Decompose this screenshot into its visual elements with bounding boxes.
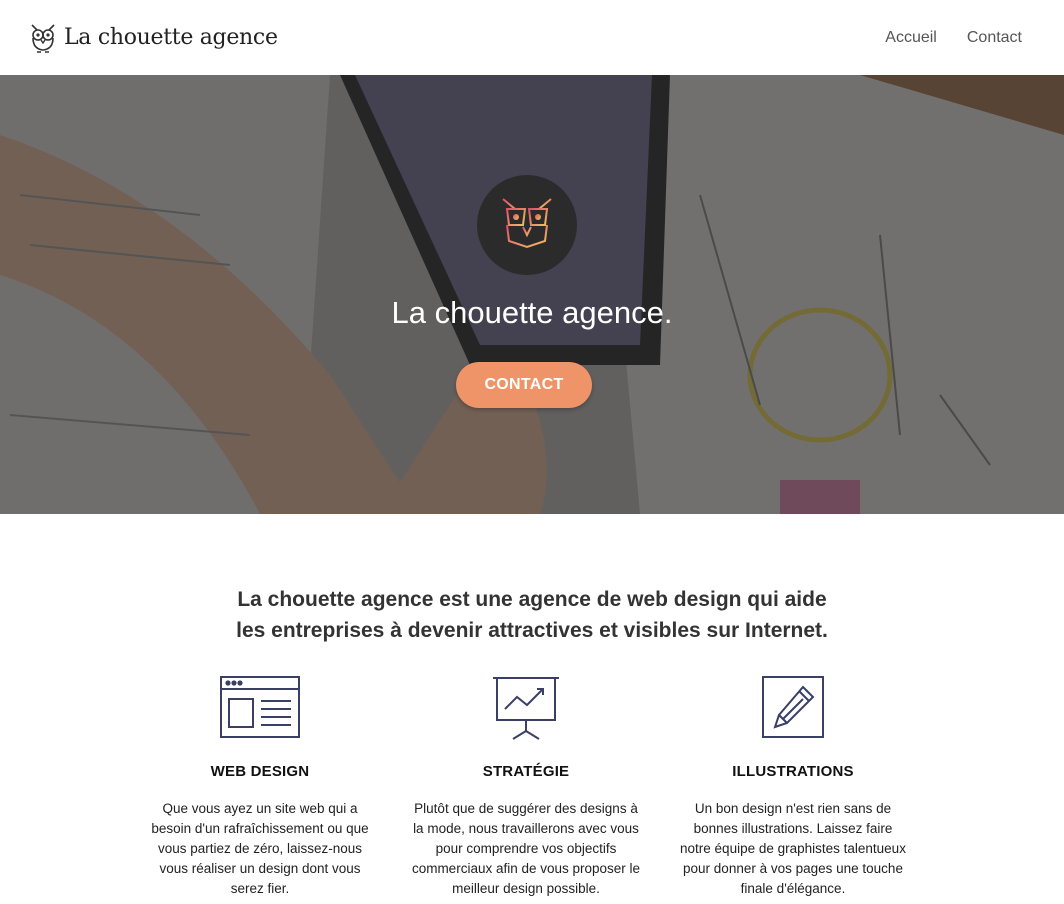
web-layout-icon [135,675,385,743]
service-title: STRATÉGIE [482,763,570,780]
description-line: notre équipe de graphistes talentueux [680,841,906,856]
intro-line-2: les entreprises à devenir attractives et… [236,619,828,642]
description-line: Plutôt que de suggérer des designs à [414,801,638,816]
owl-badge [477,175,577,275]
brand-name: La chouette agence [64,25,278,50]
description-line: meilleur design possible. [452,881,600,896]
description-line: bonnes illustrations. Laissez faire [693,821,893,836]
hero-content: La chouette agence. CONTACT [0,75,1064,514]
presentation-chart-icon [401,675,651,743]
service-description: Que vous ayez un site web qui a besoin d… [135,799,385,899]
pencil-icon [668,675,918,743]
owl-emblem-icon [502,198,552,252]
contact-cta-button[interactable]: CONTACT [456,362,592,408]
intro-text: La chouette agence est une agence de web… [0,584,1064,646]
service-illustrations: ILLUSTRATIONS Un bon design n'est rien s… [668,675,918,899]
service-description: Plutôt que de suggérer des designs à la … [401,799,651,899]
hero-title: La chouette agence. [391,295,673,330]
nav-link-contact[interactable]: Contact [967,29,1022,47]
nav-link-accueil[interactable]: Accueil [885,29,937,47]
description-line: la mode, nous travaillerons avec vous [413,821,639,836]
service-title: WEB DESIGN [210,763,310,780]
description-line: serez fier. [230,881,290,896]
description-line: vous partiez de zéro, laissez-nous [157,841,363,856]
description-line: Que vous ayez un site web qui a [162,801,358,816]
owl-logo-icon [31,23,55,53]
brand-logo[interactable]: La chouette agence [28,21,278,55]
description-line: finale d'élégance. [740,881,846,896]
description-line: Un bon design n'est rien sans de [694,801,892,816]
service-description: Un bon design n'est rien sans de bonnes … [668,799,918,899]
description-line: commerciaux afin de vous proposer le [411,861,641,876]
service-strategie: STRATÉGIE Plutôt que de suggérer des des… [401,675,651,899]
hero-banner: La chouette agence. CONTACT [0,75,1064,514]
description-line: besoin d'un rafraîchissement ou que [151,821,369,836]
site-header: La chouette agence Accueil Contact [0,0,1064,75]
description-line: pour comprendre vos objectifs [435,841,617,856]
service-title: ILLUSTRATIONS [732,763,854,780]
intro-line-1: La chouette agence est une agence de web… [237,588,827,611]
service-web-design: WEB DESIGN Que vous ayez un site web qui… [135,675,385,899]
main-nav: Accueil Contact [885,29,1022,47]
description-line: pour donner à vos pages une touche [683,861,903,876]
description-line: vous réaliser un design dont vous [159,861,361,876]
